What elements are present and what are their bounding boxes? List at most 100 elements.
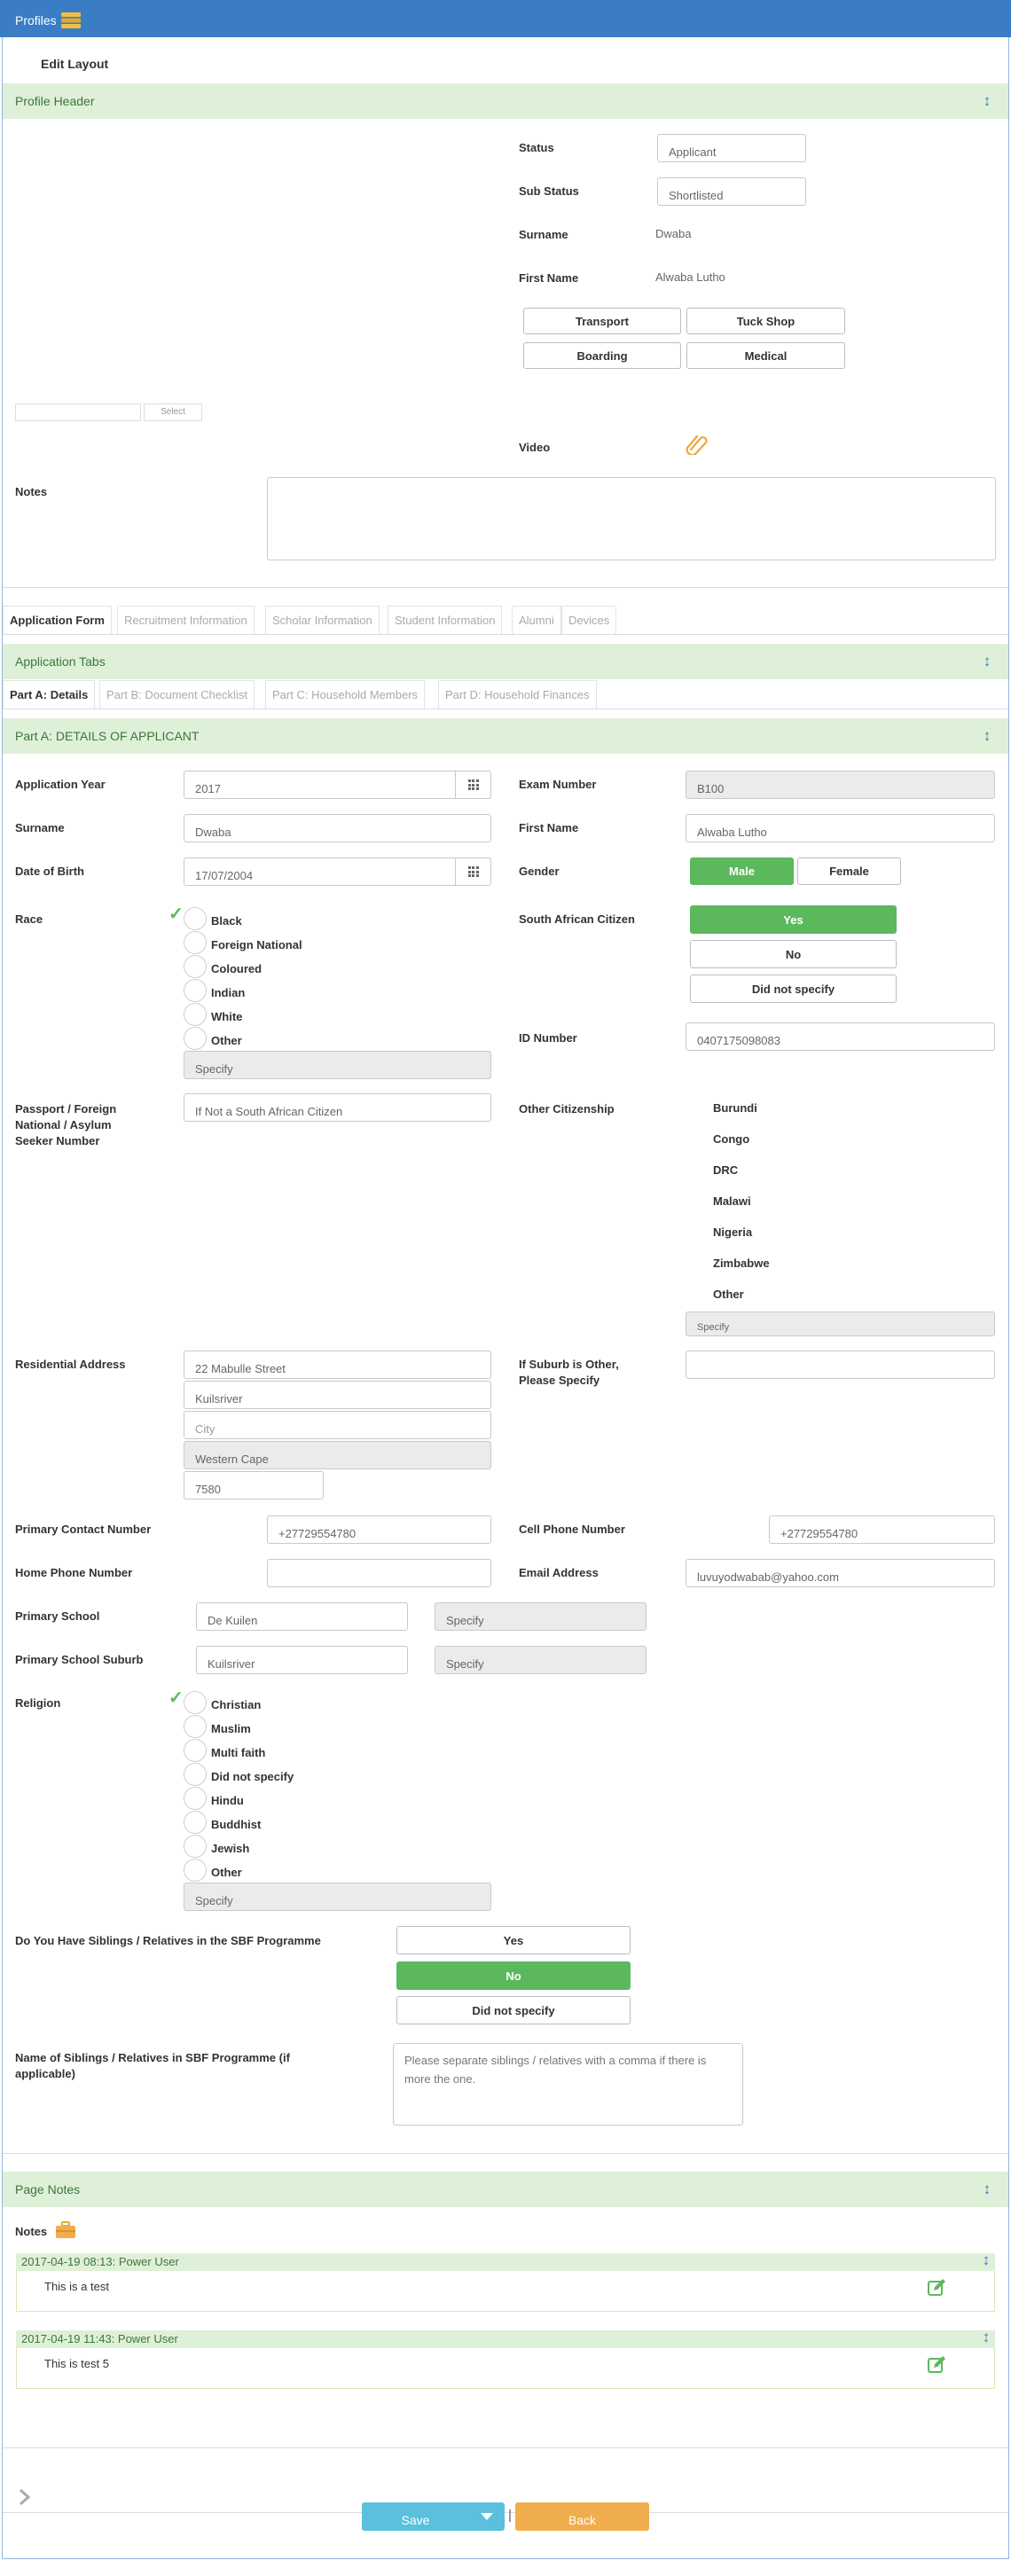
address-street-field[interactable]: 22 Mabulle Street <box>184 1351 491 1379</box>
save-button-group[interactable]: Save <box>362 2502 505 2531</box>
sa-yes-button[interactable]: Yes <box>690 905 897 934</box>
edit-icon[interactable] <box>927 2278 946 2298</box>
citizenship-option[interactable]: Burundi <box>713 1101 757 1115</box>
citizenship-option[interactable]: Malawi <box>713 1194 751 1208</box>
button-separator <box>509 2509 511 2522</box>
citizenship-option[interactable]: DRC <box>713 1163 738 1177</box>
religion-radio[interactable] <box>184 1859 207 1882</box>
dob-field[interactable]: 17/07/2004 <box>184 857 491 886</box>
suburb-other-field[interactable] <box>686 1351 995 1379</box>
substatus-field[interactable]: Shortlisted <box>657 177 806 206</box>
passport-field[interactable]: If Not a South African Citizen <box>184 1093 491 1122</box>
religion-radio[interactable] <box>184 1763 207 1786</box>
collapse-icon[interactable]: ↕ <box>982 725 992 747</box>
calendar-button[interactable] <box>455 771 490 798</box>
primary-contact-field[interactable]: +27729554780 <box>267 1515 491 1544</box>
race-radio-black[interactable] <box>184 907 207 930</box>
race-specify-field[interactable]: Specify <box>184 1051 491 1079</box>
citizenship-option[interactable]: Congo <box>713 1132 749 1146</box>
religion-radio[interactable] <box>184 1739 207 1762</box>
citizenship-option[interactable]: Other <box>713 1288 744 1301</box>
tab-student[interactable]: Student Information <box>388 606 503 634</box>
briefcase-icon[interactable] <box>54 2220 77 2241</box>
tab-application-form[interactable]: Application Form <box>3 606 112 634</box>
profile-header-panel[interactable]: Profile Header <box>3 83 1008 119</box>
address-city-field[interactable]: City <box>184 1411 491 1439</box>
firstname-field[interactable]: Alwaba Lutho <box>686 814 995 842</box>
tab-part-d[interactable]: Part D: Household Finances <box>438 680 597 709</box>
boarding-button[interactable]: Boarding <box>523 342 681 369</box>
religion-specify-field[interactable]: Specify <box>184 1883 491 1911</box>
collapse-icon[interactable]: ↕ <box>981 2329 991 2346</box>
app-year-field[interactable]: 2017 <box>184 771 491 799</box>
religion-option: Buddhist <box>211 1818 262 1831</box>
citizenship-option[interactable]: Nigeria <box>713 1225 752 1239</box>
tab-part-c[interactable]: Part C: Household Members <box>265 680 426 709</box>
siblings-yes-button[interactable]: Yes <box>396 1926 631 1954</box>
exam-field[interactable]: B100 <box>686 771 995 799</box>
address-province-field[interactable]: Western Cape <box>184 1441 491 1469</box>
calendar-button[interactable] <box>455 858 490 885</box>
tuck-shop-button[interactable]: Tuck Shop <box>686 308 845 334</box>
page-notes-panel[interactable]: Page Notes <box>3 2172 1008 2207</box>
tab-alumni[interactable]: Alumni <box>512 606 561 634</box>
primary-suburb-field[interactable]: Kuilsriver <box>196 1646 408 1674</box>
notes-textarea[interactable] <box>267 477 996 560</box>
medical-button[interactable]: Medical <box>686 342 845 369</box>
home-phone-field[interactable] <box>267 1559 491 1587</box>
address-code-field[interactable]: 7580 <box>184 1471 324 1499</box>
collapse-icon[interactable]: ↕ <box>982 90 992 112</box>
tab-scholar[interactable]: Scholar Information <box>265 606 380 634</box>
cell-phone-field[interactable]: +27729554780 <box>769 1515 995 1544</box>
chevron-right-icon[interactable] <box>16 2486 34 2508</box>
siblings-no-button[interactable]: No <box>396 1961 631 1990</box>
surname-field[interactable]: Dwaba <box>184 814 491 842</box>
panel-title: Application Tabs <box>15 654 106 669</box>
tab-recruitment[interactable]: Recruitment Information <box>117 606 255 634</box>
religion-radio[interactable] <box>184 1787 207 1810</box>
edit-icon[interactable] <box>927 2355 946 2375</box>
sibling-names-textarea[interactable]: Please separate siblings / relatives wit… <box>393 2043 743 2126</box>
email-field[interactable]: luvuyodwabab@yahoo.com <box>686 1559 995 1587</box>
race-radio-other[interactable] <box>184 1027 207 1050</box>
paperclip-icon[interactable] <box>684 432 709 455</box>
sa-no-button[interactable]: No <box>690 940 897 968</box>
gender-female-button[interactable]: Female <box>797 857 901 885</box>
primary-school-specify-field[interactable]: Specify <box>435 1602 647 1631</box>
race-radio-foreign[interactable] <box>184 931 207 954</box>
citizenship-specify-field[interactable]: Specify <box>686 1311 995 1336</box>
primary-suburb-specify-field[interactable]: Specify <box>435 1646 647 1674</box>
collapse-icon[interactable]: ↕ <box>981 2251 991 2269</box>
tab-part-a[interactable]: Part A: Details <box>3 680 96 709</box>
application-tabs-panel[interactable]: Application Tabs <box>3 644 1008 679</box>
race-radio-coloured[interactable] <box>184 955 207 978</box>
primary-school-field[interactable]: De Kuilen <box>196 1602 408 1631</box>
race-label: Race <box>15 912 43 926</box>
siblings-not-specify-button[interactable]: Did not specify <box>396 1996 631 2024</box>
transport-button[interactable]: Transport <box>523 308 681 334</box>
religion-radio[interactable] <box>184 1835 207 1858</box>
sa-not-specify-button[interactable]: Did not specify <box>690 975 897 1003</box>
divider <box>3 2512 1008 2513</box>
tab-part-b[interactable]: Part B: Document Checklist <box>99 680 255 709</box>
save-dropdown-toggle[interactable] <box>469 2502 505 2531</box>
save-button[interactable]: Save <box>362 2502 469 2531</box>
back-button[interactable]: Back <box>515 2502 649 2531</box>
religion-radio[interactable] <box>184 1715 207 1738</box>
select-button[interactable]: Select <box>144 403 202 421</box>
citizenship-option[interactable]: Zimbabwe <box>713 1257 770 1270</box>
address-suburb-field[interactable]: Kuilsriver <box>184 1381 491 1409</box>
race-radio-white[interactable] <box>184 1003 207 1026</box>
status-field[interactable]: Applicant <box>657 134 806 162</box>
id-field[interactable]: 0407175098083 <box>686 1022 995 1051</box>
tab-devices[interactable]: Devices <box>561 606 617 634</box>
edit-layout-link[interactable]: Edit Layout <box>41 57 108 71</box>
collapse-icon[interactable]: ↕ <box>982 651 992 672</box>
part-a-panel[interactable]: Part A: DETAILS OF APPLICANT <box>3 718 1008 754</box>
religion-radio[interactable] <box>184 1811 207 1834</box>
file-input[interactable] <box>15 403 141 421</box>
collapse-icon[interactable]: ↕ <box>982 2179 992 2200</box>
race-radio-indian[interactable] <box>184 979 207 1002</box>
religion-radio[interactable] <box>184 1691 207 1714</box>
gender-male-button[interactable]: Male <box>690 857 794 885</box>
